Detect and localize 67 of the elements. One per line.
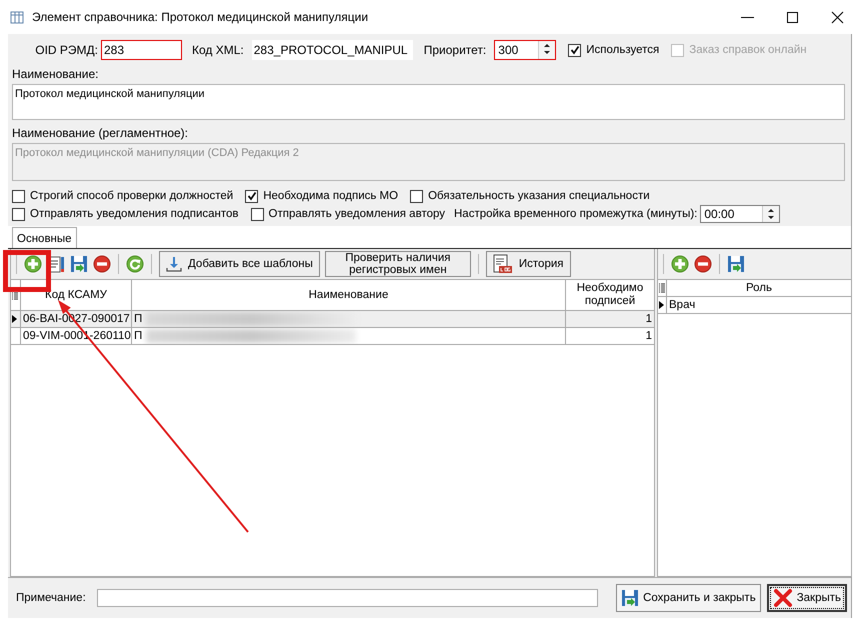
field-label: OID РЭМД: <box>34 43 98 57</box>
save-button[interactable] <box>70 255 88 273</box>
checkbox-label: Заказ справок онлайн <box>689 44 807 56</box>
table-cell: 1 <box>566 310 654 328</box>
field-label: Код XML: <box>192 43 244 57</box>
checkbox[interactable] <box>410 190 424 202</box>
table-cell: П <box>134 330 142 342</box>
field-label: Наименование (регламентное): <box>12 126 190 140</box>
name-field[interactable]: Протокол медицинской манипуляции <box>12 84 845 120</box>
refresh-icon <box>126 255 144 273</box>
toolbar-button[interactable]: Добавить все шаблоны <box>159 251 320 277</box>
maximize-icon <box>786 10 799 24</box>
field-label: Наименование: <box>12 67 100 81</box>
interval-spinner[interactable]: 00:00 <box>700 205 780 223</box>
toolbar-button[interactable]: Проверить наличия регистровых имен <box>324 251 471 277</box>
check-icon <box>246 191 257 201</box>
minimize-icon <box>741 16 754 18</box>
window-title: Элемент справочника: Протокол медицинской манипуляции <box>32 10 370 24</box>
check-icon <box>570 45 580 55</box>
minus-icon <box>694 255 712 273</box>
minus-icon <box>93 255 111 273</box>
close-button[interactable]: Закрыть <box>766 584 847 612</box>
field-label: Примечание: <box>16 592 86 604</box>
save-close-button[interactable]: Сохранить и закрыть <box>616 584 761 612</box>
table-cell: 1 <box>566 328 654 344</box>
plus-icon <box>671 255 689 273</box>
save-button[interactable] <box>727 255 745 273</box>
download-icon <box>166 256 182 272</box>
add-button[interactable] <box>24 255 42 273</box>
checkbox-label: Отправлять уведомления подписантов <box>30 208 239 220</box>
oid-field[interactable]: 283 <box>101 40 182 60</box>
current-row-icon <box>658 300 665 310</box>
checkbox[interactable] <box>12 190 25 202</box>
checkbox-label: Обязательность указания специальности <box>428 190 650 202</box>
toolbar-button[interactable]: История <box>486 251 570 277</box>
regulated-name-field: Протокол медицинской манипуляции (CDA) Редакция 2 <box>12 143 845 181</box>
field-label: Настройка временного промежутка (минуты): <box>454 208 698 220</box>
cross-icon <box>772 588 793 608</box>
xml-code-field[interactable]: 283_PROTOCOL_MANIPUL <box>252 40 413 60</box>
current-row-icon <box>12 314 18 324</box>
checkbox-label: Используется <box>586 44 660 56</box>
column-header[interactable]: Роль <box>666 280 852 296</box>
delete-button[interactable] <box>694 255 712 273</box>
column-header[interactable]: Необходимо подписей <box>566 280 654 310</box>
checkbox[interactable] <box>250 208 264 220</box>
field-label: Приоритет: <box>424 43 486 57</box>
checkbox-label: Необходима подпись МО <box>263 190 398 202</box>
checkbox[interactable] <box>568 44 582 56</box>
refresh-button[interactable] <box>126 255 144 273</box>
checkbox-label: Строгий способ проверки должностей <box>30 190 234 202</box>
plus-icon <box>24 255 42 273</box>
priority-spinner[interactable]: 300 <box>494 40 556 60</box>
checkbox[interactable] <box>12 208 25 220</box>
close-icon <box>831 10 844 24</box>
column-chooser-icon <box>11 290 19 300</box>
column-chooser-icon <box>658 283 666 293</box>
table-cell: Врач <box>666 296 852 314</box>
log-document-icon <box>492 254 513 274</box>
tab[interactable]: Основные <box>12 227 77 248</box>
table-icon <box>10 10 24 24</box>
column-header[interactable]: Наименование <box>132 280 566 310</box>
table-cell: П <box>134 313 142 326</box>
checkbox[interactable] <box>245 190 258 202</box>
checkbox-label: Отправлять уведомления автору <box>268 208 445 220</box>
note-field[interactable] <box>96 589 598 607</box>
add-button[interactable] <box>671 255 689 273</box>
delete-button[interactable] <box>93 255 111 273</box>
